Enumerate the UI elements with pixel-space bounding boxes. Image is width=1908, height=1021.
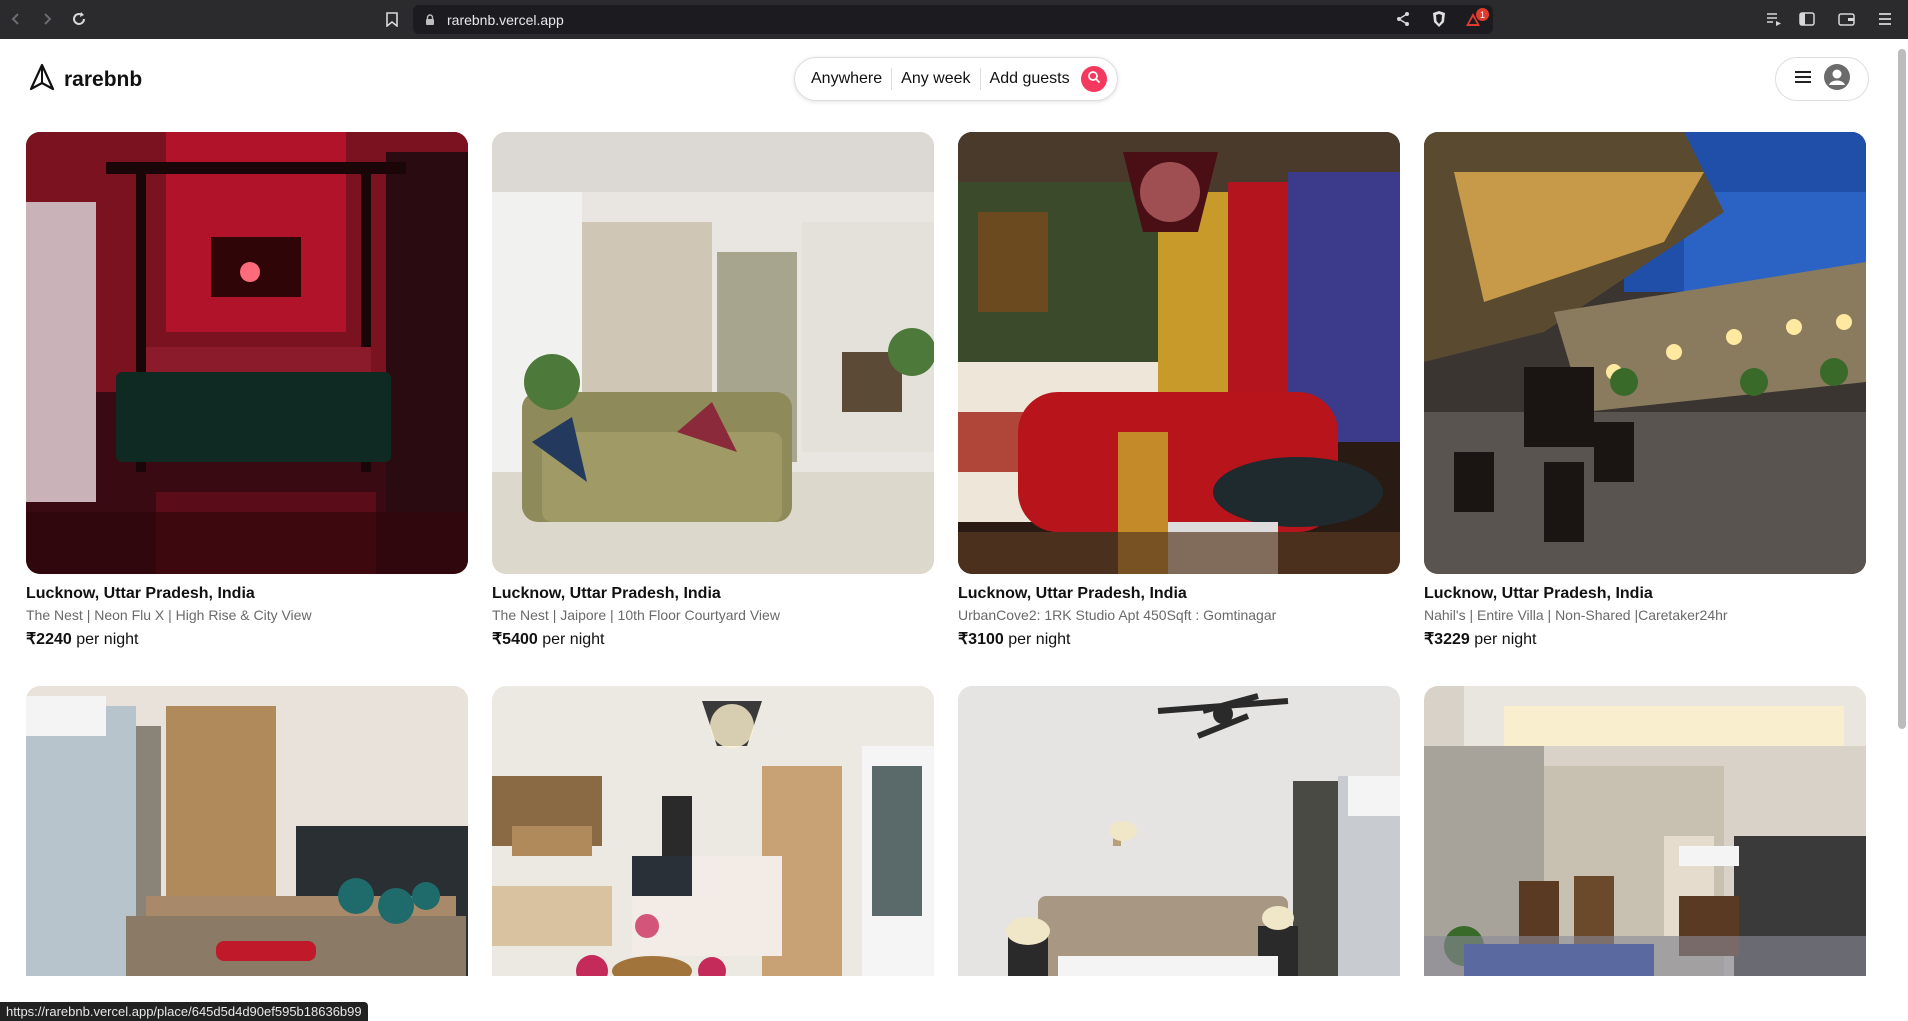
listing-card[interactable]: Lucknow, Uttar Pradesh, India The Nest |… <box>26 132 468 649</box>
listing-location: Lucknow, Uttar Pradesh, India <box>1424 585 1653 602</box>
back-icon[interactable] <box>5 8 27 30</box>
price-unit: per night <box>542 631 605 648</box>
lock-icon <box>425 13 435 31</box>
share-icon[interactable] <box>1395 11 1411 32</box>
search-where[interactable]: Anywhere <box>795 68 891 90</box>
listing-photo[interactable] <box>492 686 934 976</box>
sidebar-icon[interactable] <box>1797 9 1817 29</box>
listing-card[interactable] <box>26 686 468 976</box>
listing-photo[interactable] <box>1424 132 1866 574</box>
listing-card[interactable]: Lucknow, Uttar Pradesh, India The Nest |… <box>492 132 934 649</box>
listing-photo[interactable] <box>958 132 1400 574</box>
listing-title: The Nest | Neon Flu X | High Rise & City… <box>26 607 312 623</box>
site-header: rarebnb Anywhere Any week Add guests <box>0 39 1908 121</box>
wallet-icon[interactable] <box>1836 9 1856 29</box>
search-bar[interactable]: Anywhere Any week Add guests <box>794 57 1118 101</box>
listing-price: ₹3100 <box>958 631 1004 648</box>
listing-card[interactable] <box>958 686 1400 976</box>
logo[interactable]: rarebnb <box>28 63 142 96</box>
listing-price-line: ₹2240 per night <box>26 629 468 649</box>
listing-photo[interactable] <box>26 686 468 976</box>
listing-price-line: ₹3100 per night <box>958 629 1400 649</box>
playlist-icon[interactable] <box>1764 9 1784 29</box>
url-text: rarebnb.vercel.app <box>447 12 564 28</box>
listing-card[interactable] <box>1424 686 1866 976</box>
listing-title: The Nest | Jaipore | 10th Floor Courtyar… <box>492 607 780 623</box>
brand-icon <box>28 63 56 96</box>
listing-price: ₹2240 <box>26 631 72 648</box>
user-menu-button[interactable] <box>1775 57 1869 101</box>
address-bar[interactable]: rarebnb.vercel.app 1 <box>413 5 1493 34</box>
bookmark-icon[interactable] <box>382 9 402 29</box>
search-when[interactable]: Any week <box>891 68 979 90</box>
price-unit: per night <box>76 631 139 648</box>
listing-price: ₹5400 <box>492 631 538 648</box>
listing-location: Lucknow, Uttar Pradesh, India <box>26 585 255 602</box>
listing-location: Lucknow, Uttar Pradesh, India <box>492 585 721 602</box>
reload-icon[interactable] <box>68 8 90 30</box>
brave-shield-icon[interactable] <box>1431 10 1447 33</box>
forward-icon[interactable] <box>36 8 58 30</box>
price-unit: per night <box>1474 631 1537 648</box>
search-icon <box>1087 70 1101 89</box>
listing-card[interactable]: Lucknow, Uttar Pradesh, India UrbanCove2… <box>958 132 1400 649</box>
browser-toolbar: rarebnb.vercel.app 1 <box>0 0 1908 39</box>
listing-photo[interactable] <box>1424 686 1866 976</box>
menu-icon[interactable] <box>1875 9 1895 29</box>
rewards-badge: 1 <box>1476 8 1489 21</box>
listing-photo[interactable] <box>26 132 468 574</box>
listing-photo[interactable] <box>492 132 934 574</box>
listing-price-line: ₹5400 per night <box>492 629 934 649</box>
listing-card[interactable]: Lucknow, Uttar Pradesh, India Nahil's | … <box>1424 132 1866 649</box>
listing-title: Nahil's | Entire Villa | Non-Shared |Car… <box>1424 607 1728 623</box>
brand-name: rarebnb <box>64 67 143 91</box>
price-unit: per night <box>1008 631 1071 648</box>
listing-price: ₹3229 <box>1424 631 1470 648</box>
listing-location: Lucknow, Uttar Pradesh, India <box>958 585 1187 602</box>
status-bar-url: https://rarebnb.vercel.app/place/645d5d4… <box>0 1002 368 1021</box>
listing-price-line: ₹3229 per night <box>1424 629 1866 649</box>
page-scrollbar[interactable] <box>1898 49 1906 729</box>
avatar-icon <box>1824 63 1850 95</box>
search-button[interactable] <box>1080 66 1107 92</box>
listing-title: UrbanCove2: 1RK Studio Apt 450Sqft : Gom… <box>958 607 1277 623</box>
listing-card[interactable] <box>492 686 934 976</box>
search-who[interactable]: Add guests <box>979 68 1079 90</box>
listing-photo[interactable] <box>958 686 1400 976</box>
hamburger-icon <box>1794 70 1812 89</box>
